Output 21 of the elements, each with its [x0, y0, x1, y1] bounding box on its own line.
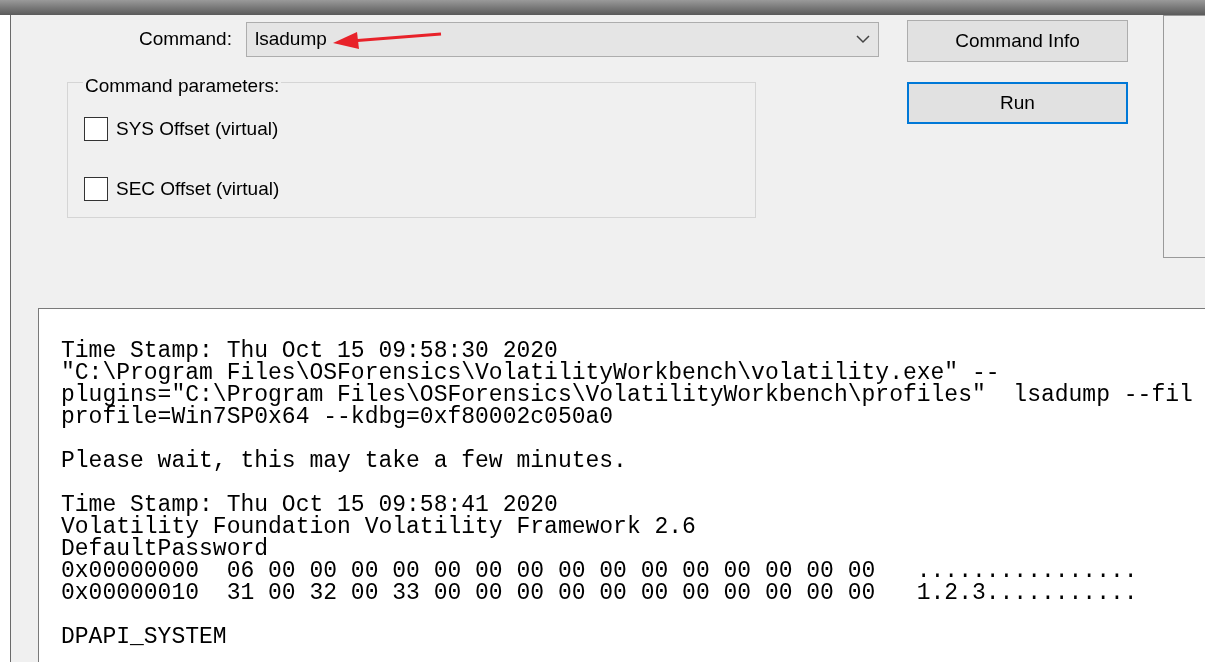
output-line: Time Stamp: Thu Oct 15 09:58:41 2020	[61, 494, 558, 516]
output-line: Volatility Foundation Volatility Framework 2.6	[61, 516, 697, 538]
output-line: Please wait, this may take a few minutes.	[61, 450, 628, 472]
output-line: DefaultPassword	[61, 538, 269, 560]
checkbox-label: SYS Offset (virtual)	[116, 117, 279, 141]
command-label: Command:	[139, 27, 232, 51]
output-line: profile=Win7SP0x64 --kdbg=0xf80002c050a0	[61, 406, 614, 428]
checkbox[interactable]	[84, 176, 108, 201]
output-line: plugins="C:\Program Files\OSForensics\VolatilityWorkbench\profiles" lsadump --fil	[61, 384, 1194, 406]
command-button[interactable]: Run	[907, 82, 1128, 124]
checkbox-label: SEC Offset (virtual)	[116, 176, 280, 201]
output-line: Time Stamp: Thu Oct 15 09:58:30 2020	[61, 340, 558, 362]
output-line: DPAPI_SYSTEM	[61, 626, 228, 648]
chevron-down-icon	[856, 35, 870, 44]
command-button[interactable]: Command Info	[907, 20, 1128, 62]
checkbox[interactable]	[84, 117, 108, 142]
command-dropdown[interactable]: lsadump	[246, 22, 879, 57]
output-line: 0x00000000 06 00 00 00 00 00 00 00 00 00 00 00 00 00 00 00 ................	[61, 560, 1139, 582]
command-value: lsadump	[255, 27, 327, 52]
output-line: 0x00000010 31 00 32 00 33 00 00 00 00 00 00 00 00 00 00 00 1.2.3...........	[61, 582, 1139, 604]
output-line: "C:\Program Files\OSForensics\VolatilityWorkbench\volatility.exe" --	[61, 362, 1001, 384]
